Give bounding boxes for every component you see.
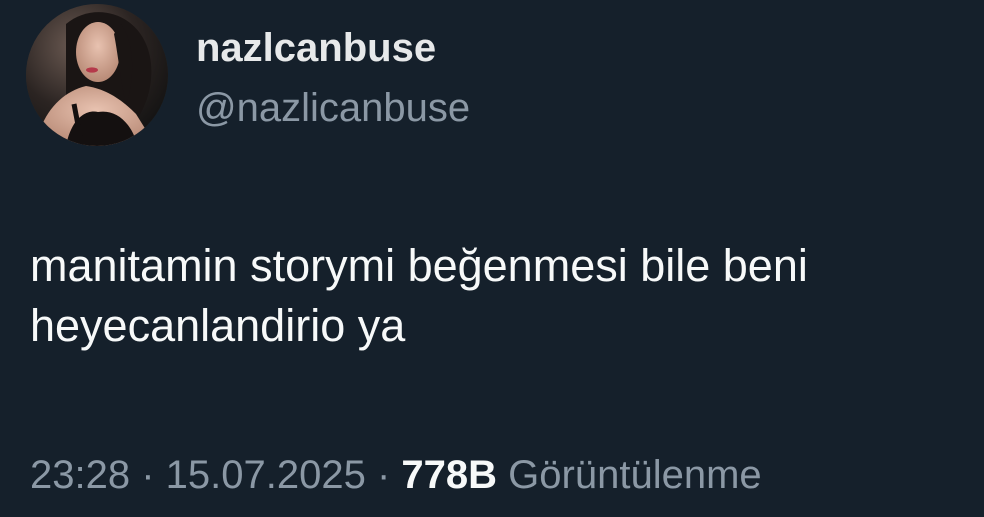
avatar[interactable]	[26, 4, 168, 146]
meta-separator: ·	[365, 453, 402, 497]
author-handle[interactable]: @nazlicanbuse	[196, 82, 470, 134]
avatar-photo-icon	[26, 4, 168, 146]
tweet-card: nazlcanbuse @nazlicanbuse manitamin stor…	[0, 0, 984, 517]
views-label[interactable]: Görüntülenme	[508, 453, 761, 497]
meta-separator: ·	[130, 453, 166, 497]
tweet-text-line: manitamin storymi beğenmesi bile beni	[30, 240, 808, 291]
tweet-text: manitamin storymi beğenmesi bile beni he…	[30, 236, 970, 356]
views-count[interactable]: 778B	[401, 453, 497, 497]
author-display-name[interactable]: nazlcanbuse	[196, 22, 436, 74]
tweet-time[interactable]: 23:28	[30, 453, 130, 497]
tweet-meta: 23:28 · 15.07.2025 · 778B Görüntülenme	[30, 449, 762, 501]
tweet-text-line: heyecanlandirio ya	[30, 300, 406, 351]
tweet-date[interactable]: 15.07.2025	[166, 453, 366, 497]
